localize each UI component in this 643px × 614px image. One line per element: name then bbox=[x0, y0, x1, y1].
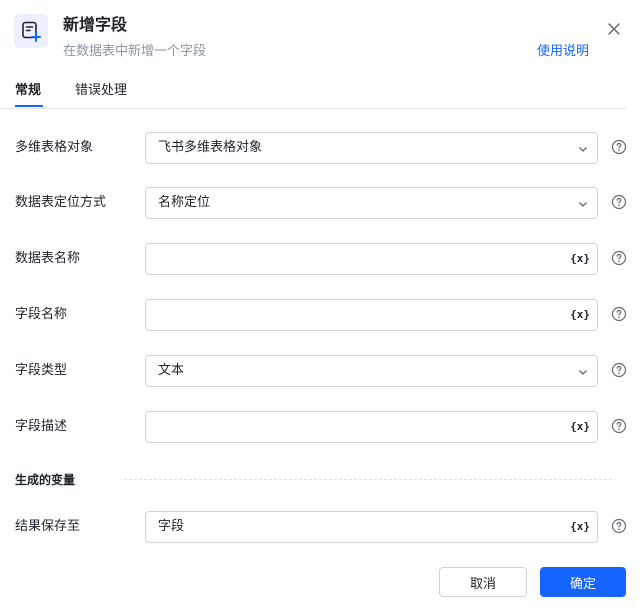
question-circle-icon[interactable] bbox=[611, 518, 627, 534]
field-description-input[interactable]: {x} bbox=[145, 411, 598, 443]
section-divider bbox=[124, 479, 612, 480]
save-result-input[interactable]: 字段 {x} bbox=[145, 511, 598, 543]
dialog-subtitle: 在数据表中新增一个字段 bbox=[63, 44, 207, 59]
form-row-table-name: 数据表名称 {x} bbox=[0, 243, 643, 275]
tab-bar: 常规 错误处理 bbox=[0, 78, 627, 109]
variable-icon[interactable]: {x} bbox=[570, 307, 590, 323]
help-link[interactable]: 使用说明 bbox=[537, 43, 589, 61]
question-circle-icon[interactable] bbox=[611, 418, 627, 434]
field-label: 数据表定位方式 bbox=[15, 195, 107, 210]
chevron-down-icon bbox=[579, 370, 587, 375]
tab-error-handling[interactable]: 错误处理 bbox=[75, 82, 127, 100]
question-circle-icon[interactable] bbox=[611, 139, 627, 155]
confirm-button[interactable]: 确定 bbox=[540, 567, 626, 597]
select-value: 飞书多维表格对象 bbox=[158, 140, 263, 155]
field-label: 字段名称 bbox=[15, 307, 68, 322]
variable-icon[interactable]: {x} bbox=[570, 251, 590, 267]
variable-icon[interactable]: {x} bbox=[570, 519, 590, 535]
form-row-field-name: 字段名称 {x} bbox=[0, 299, 643, 331]
question-circle-icon[interactable] bbox=[611, 194, 627, 210]
bitable-object-select[interactable]: 飞书多维表格对象 bbox=[145, 132, 598, 164]
field-label: 字段描述 bbox=[15, 419, 68, 434]
select-value: 文本 bbox=[158, 363, 185, 378]
form-row-field-type: 字段类型 文本 bbox=[0, 355, 643, 387]
form-row-locate-method: 数据表定位方式 名称定位 bbox=[0, 187, 643, 219]
question-circle-icon[interactable] bbox=[611, 250, 627, 266]
field-label: 结果保存至 bbox=[15, 519, 81, 534]
question-circle-icon[interactable] bbox=[611, 362, 627, 378]
select-value: 名称定位 bbox=[158, 195, 211, 210]
active-tab-indicator bbox=[15, 105, 43, 107]
chevron-down-icon bbox=[579, 147, 587, 152]
question-circle-icon[interactable] bbox=[611, 306, 627, 322]
field-label: 字段类型 bbox=[15, 363, 68, 378]
output-section-title: 生成的变量 bbox=[15, 473, 76, 487]
form-row-field-description: 字段描述 {x} bbox=[0, 411, 643, 443]
chevron-down-icon bbox=[579, 202, 587, 207]
input-value: 字段 bbox=[158, 519, 185, 534]
field-label: 多维表格对象 bbox=[15, 140, 94, 155]
field-name-input[interactable]: {x} bbox=[145, 299, 598, 331]
table-add-icon bbox=[14, 14, 48, 48]
field-type-select[interactable]: 文本 bbox=[145, 355, 598, 387]
table-name-input[interactable]: {x} bbox=[145, 243, 598, 275]
form-row-save-result: 结果保存至 字段 {x} bbox=[0, 511, 643, 543]
dialog-title: 新增字段 bbox=[63, 15, 128, 34]
locate-method-select[interactable]: 名称定位 bbox=[145, 187, 598, 219]
field-label: 数据表名称 bbox=[15, 251, 81, 266]
close-icon[interactable] bbox=[605, 20, 623, 38]
tab-general[interactable]: 常规 bbox=[15, 82, 41, 100]
variable-icon[interactable]: {x} bbox=[570, 419, 590, 435]
form-row-bitable-object: 多维表格对象 飞书多维表格对象 bbox=[0, 132, 643, 164]
cancel-button[interactable]: 取消 bbox=[439, 567, 527, 597]
